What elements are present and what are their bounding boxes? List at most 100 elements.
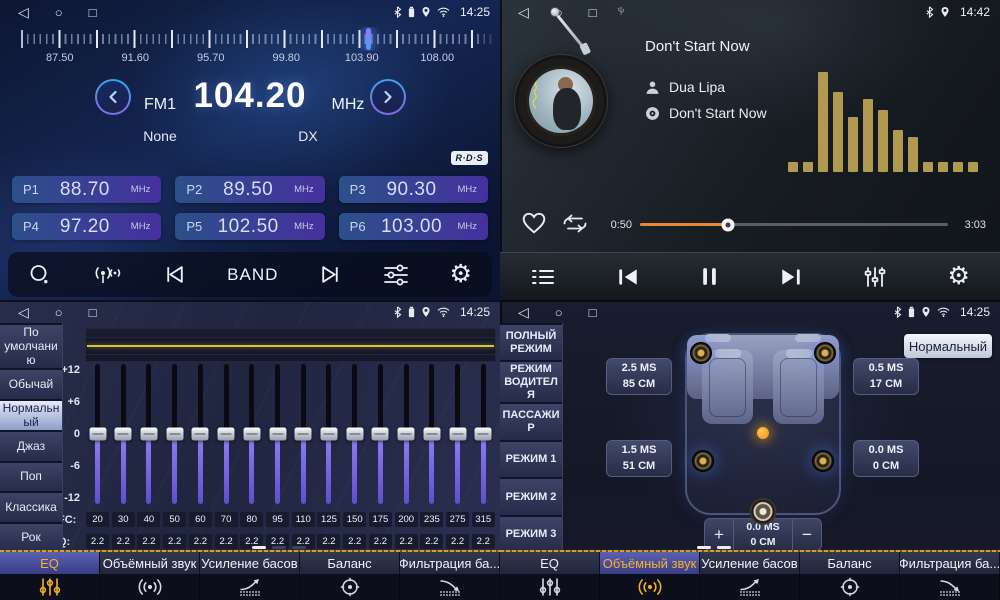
fc-value[interactable]: 150 (343, 512, 366, 527)
tab-label[interactable]: Фильтрация ба... (400, 552, 500, 574)
fc-value[interactable]: 110 (292, 512, 315, 527)
surround-sound-icon[interactable] (100, 574, 200, 600)
recents-icon[interactable]: □ (589, 306, 597, 319)
tab-label[interactable]: EQ (0, 552, 100, 574)
slider-handle[interactable] (115, 428, 132, 441)
tab-label[interactable]: Объёмный звук (100, 552, 200, 574)
q-value[interactable]: 2.2 (395, 534, 418, 549)
bass-boost-icon[interactable] (700, 574, 800, 600)
fc-value[interactable]: 70 (215, 512, 238, 527)
slider-handle[interactable] (192, 428, 209, 441)
band-button[interactable]: BAND (227, 265, 278, 285)
fc-value[interactable]: 125 (317, 512, 340, 527)
q-value[interactable]: 2.2 (317, 534, 340, 549)
equalizer-button[interactable] (863, 266, 887, 288)
favorite-button[interactable] (521, 211, 547, 240)
slider-handle[interactable] (243, 428, 260, 441)
home-icon[interactable]: ○ (55, 306, 63, 319)
preset-button[interactable]: P6 103.00 MHz (339, 213, 488, 240)
passenger-seat[interactable] (773, 350, 824, 424)
front-left-delay-button[interactable]: 2.5 MS 85 CM (606, 358, 672, 395)
bass-filter-icon[interactable] (400, 574, 500, 600)
front-left-speaker-icon[interactable] (690, 342, 712, 364)
bass-filter-icon[interactable] (900, 574, 1000, 600)
fc-value[interactable]: 20 (86, 512, 109, 527)
gain-slider[interactable] (301, 364, 306, 504)
pager-dash[interactable] (272, 546, 286, 549)
eq-preset-item[interactable]: Обычай (0, 370, 62, 398)
seek-up-button[interactable] (370, 79, 406, 115)
bass-boost-icon[interactable] (200, 574, 300, 600)
q-value[interactable]: 2.2 (86, 534, 109, 549)
eq-sliders-icon[interactable] (0, 574, 100, 600)
slider-handle[interactable] (295, 428, 312, 441)
fc-value[interactable]: 315 (472, 512, 495, 527)
fc-value[interactable]: 235 (420, 512, 443, 527)
preset-button[interactable]: P4 97.20 MHz (12, 213, 161, 240)
q-value[interactable]: 2.2 (446, 534, 469, 549)
recents-icon[interactable]: □ (89, 306, 97, 319)
tab-label[interactable]: Объёмный звук (600, 552, 700, 574)
listening-mode-item[interactable]: ПОЛНЫЙ РЕЖИМ (500, 325, 562, 360)
eq-sliders-icon[interactable] (500, 574, 600, 600)
back-icon[interactable]: ◁ (18, 5, 29, 19)
previous-track-button[interactable] (616, 266, 640, 288)
q-value[interactable]: 2.2 (189, 534, 212, 549)
fc-value[interactable]: 30 (112, 512, 135, 527)
gain-slider[interactable] (326, 364, 331, 504)
slider-handle[interactable] (269, 428, 286, 441)
slider-handle[interactable] (346, 428, 363, 441)
q-value[interactable]: 2.2 (215, 534, 238, 549)
delay-decrease-button[interactable]: − (792, 519, 821, 550)
listening-mode-item[interactable]: РЕЖИМ 1 (500, 442, 562, 477)
surround-sound-icon[interactable] (600, 574, 700, 600)
subwoofer-icon[interactable] (750, 498, 777, 525)
settings-gear-icon[interactable]: ⚙ (948, 264, 970, 289)
balance-icon[interactable] (300, 574, 400, 600)
gain-slider[interactable] (198, 364, 203, 504)
rear-left-speaker-icon[interactable] (692, 450, 714, 472)
gain-slider[interactable] (378, 364, 383, 504)
audio-tab[interactable]: Баланс (300, 552, 400, 600)
eq-preset-item[interactable]: По умолчанию (0, 325, 62, 368)
audio-tab[interactable]: Объёмный звук (600, 552, 700, 600)
audio-tab[interactable]: Фильтрация ба... (900, 552, 1000, 600)
repeat-button[interactable] (560, 213, 590, 239)
preset-button[interactable]: P2 89.50 MHz (175, 176, 324, 203)
fc-value[interactable]: 80 (240, 512, 263, 527)
q-value[interactable]: 2.2 (472, 534, 495, 549)
q-value[interactable]: 2.2 (420, 534, 443, 549)
frequency-scale[interactable] (0, 27, 500, 51)
listening-mode-item[interactable]: РЕЖИМ 2 (500, 479, 562, 514)
fc-value[interactable]: 50 (163, 512, 186, 527)
slider-handle[interactable] (320, 428, 337, 441)
fc-value[interactable]: 175 (369, 512, 392, 527)
q-value[interactable]: 2.2 (369, 534, 392, 549)
tab-label[interactable]: EQ (500, 552, 600, 574)
gain-slider[interactable] (146, 364, 151, 504)
slider-handle[interactable] (398, 428, 415, 441)
fc-value[interactable]: 200 (395, 512, 418, 527)
pager-dash[interactable] (252, 546, 266, 549)
gain-slider[interactable] (429, 364, 434, 504)
pager-dash[interactable] (292, 546, 306, 549)
preset-button[interactable]: P3 90.30 MHz (339, 176, 488, 203)
tuning-pointer[interactable] (366, 28, 371, 50)
page-indicator[interactable] (697, 546, 731, 549)
audio-tab[interactable]: Объёмный звук (100, 552, 200, 600)
eq-preset-item[interactable]: Поп (0, 463, 62, 491)
slider-handle[interactable] (140, 428, 157, 441)
front-right-speaker-icon[interactable] (814, 342, 836, 364)
home-icon[interactable]: ○ (555, 306, 563, 319)
q-value[interactable]: 2.2 (343, 534, 366, 549)
q-value[interactable]: 2.2 (137, 534, 160, 549)
q-value[interactable]: 2.2 (112, 534, 135, 549)
home-icon[interactable]: ○ (55, 6, 63, 19)
sound-preset-button[interactable]: Нормальный (904, 334, 992, 358)
pager-dash[interactable] (717, 546, 731, 549)
slider-handle[interactable] (423, 428, 440, 441)
band-pager[interactable] (252, 546, 306, 549)
home-icon[interactable]: ○ (555, 6, 563, 19)
slider-handle[interactable] (449, 428, 466, 441)
recents-icon[interactable]: □ (589, 6, 597, 19)
